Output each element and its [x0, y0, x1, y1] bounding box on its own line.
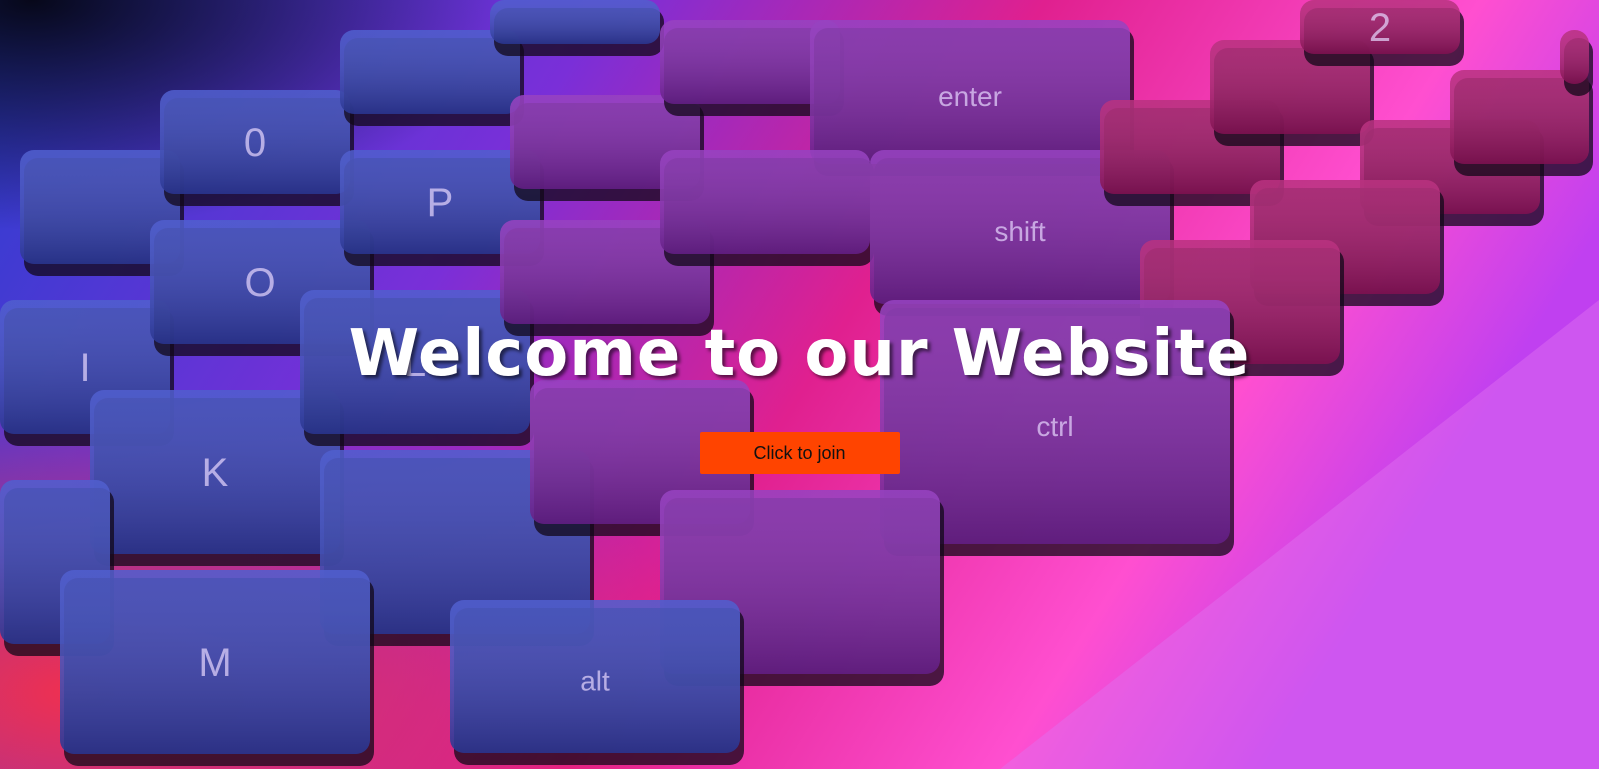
hero-content: Welcome to our Website Click to join	[0, 0, 1599, 769]
hero-title: Welcome to our Website	[348, 317, 1251, 391]
join-button[interactable]: Click to join	[699, 432, 900, 474]
hero-section: 0 I O Penter K Lshift 2 ctrl Malt Welcome to our…	[0, 0, 1599, 769]
